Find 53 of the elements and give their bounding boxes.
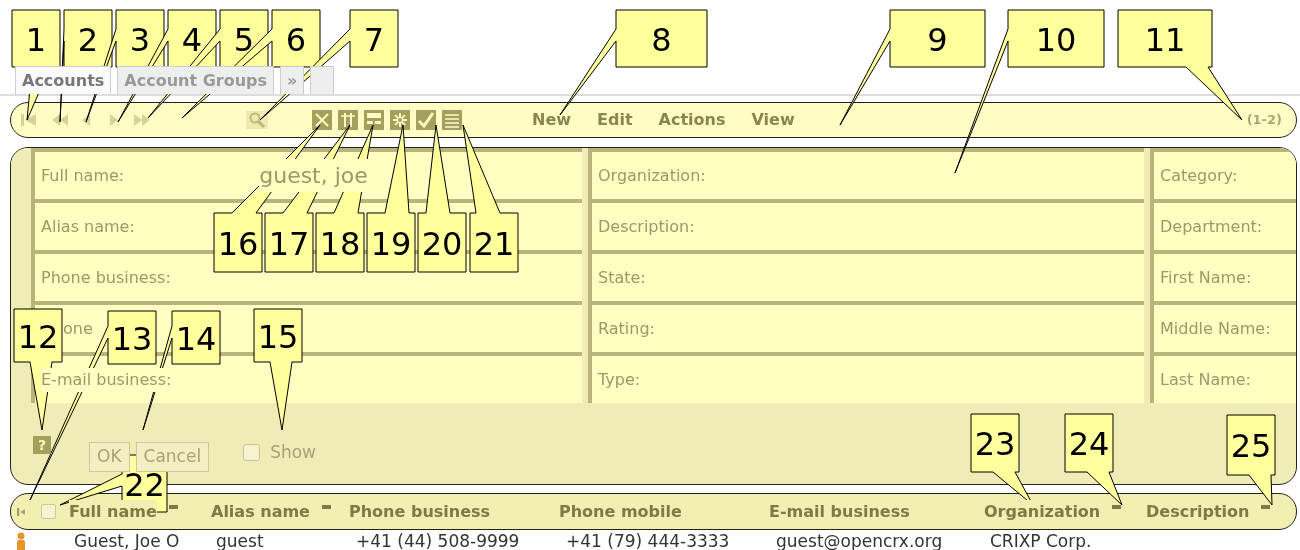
help-button[interactable]: ?: [33, 435, 51, 454]
table-cell-text: Guest, Joe O: [74, 530, 181, 550]
checkmark-icon[interactable]: [416, 110, 436, 130]
form-field[interactable]: State:: [588, 250, 1144, 301]
form-field[interactable]: Organization:: [588, 148, 1144, 199]
table-cell-text: CRIXP Corp.: [990, 530, 1093, 550]
callout-tooltip: 10: [954, 9, 1105, 174]
table-cell-text: guest@opencrx.org: [776, 530, 944, 550]
page-count: (1-2): [1246, 111, 1282, 130]
table-cell-text: guest: [216, 530, 265, 550]
form-field[interactable]: Type:: [588, 352, 1144, 403]
columns-icon[interactable]: [338, 110, 358, 130]
form-button[interactable]: OK: [89, 442, 130, 472]
previous-page-icon[interactable]: [51, 113, 69, 127]
menu-item[interactable]: View: [751, 108, 795, 132]
form-field[interactable]: Last Name:: [1150, 352, 1296, 403]
sort-icon[interactable]: [1112, 504, 1122, 509]
form-field[interactable]: Description:: [588, 199, 1144, 250]
callout-tooltip: 20: [417, 124, 467, 273]
table-cell-text: +41 (44) 508-9999: [356, 530, 521, 550]
next-page-icon[interactable]: [133, 113, 151, 127]
form-field[interactable]: Category:: [1150, 148, 1296, 199]
callout-tooltip: 25: [1226, 414, 1276, 506]
checkbox[interactable]: [243, 444, 261, 462]
callout-tooltip: 21: [462, 124, 519, 273]
callout-tooltip: 24: [1064, 413, 1123, 506]
callout-tooltip: 11: [1117, 9, 1243, 121]
checkbox-label: Show: [270, 441, 316, 464]
field-label: E-mail business:: [41, 367, 172, 392]
close-box-icon[interactable]: [312, 110, 332, 130]
form-icon[interactable]: [364, 110, 384, 130]
list-icon[interactable]: [442, 110, 462, 130]
form-button[interactable]: Cancel: [135, 442, 210, 472]
tab[interactable]: »: [280, 66, 305, 94]
gear-icon[interactable]: [390, 110, 410, 130]
form-field[interactable]: Department:: [1150, 199, 1296, 250]
form-field[interactable]: Middle Name:: [1150, 301, 1296, 352]
first-page-icon[interactable]: [21, 113, 37, 127]
table-cell-text: +41 (79) 444-3333: [566, 530, 731, 550]
tab[interactable]: Accounts: [15, 66, 112, 94]
form-field[interactable]: First Name:: [1150, 250, 1296, 301]
field-value: guest, joe: [259, 159, 368, 192]
callout-tooltip: 19: [366, 124, 416, 273]
form-field[interactable]: Rating:: [588, 301, 1144, 352]
callout-tooltip: 15: [253, 308, 303, 431]
tab[interactable]: Account Groups: [117, 66, 275, 94]
callout-tooltip: 9: [839, 9, 986, 126]
sort-icon[interactable]: [1261, 504, 1271, 509]
checkbox[interactable]: [41, 504, 56, 519]
sort-icon[interactable]: [168, 504, 178, 509]
sort-icon[interactable]: [321, 504, 331, 509]
search-icon[interactable]: [246, 111, 268, 129]
person-icon[interactable]: [16, 532, 26, 550]
